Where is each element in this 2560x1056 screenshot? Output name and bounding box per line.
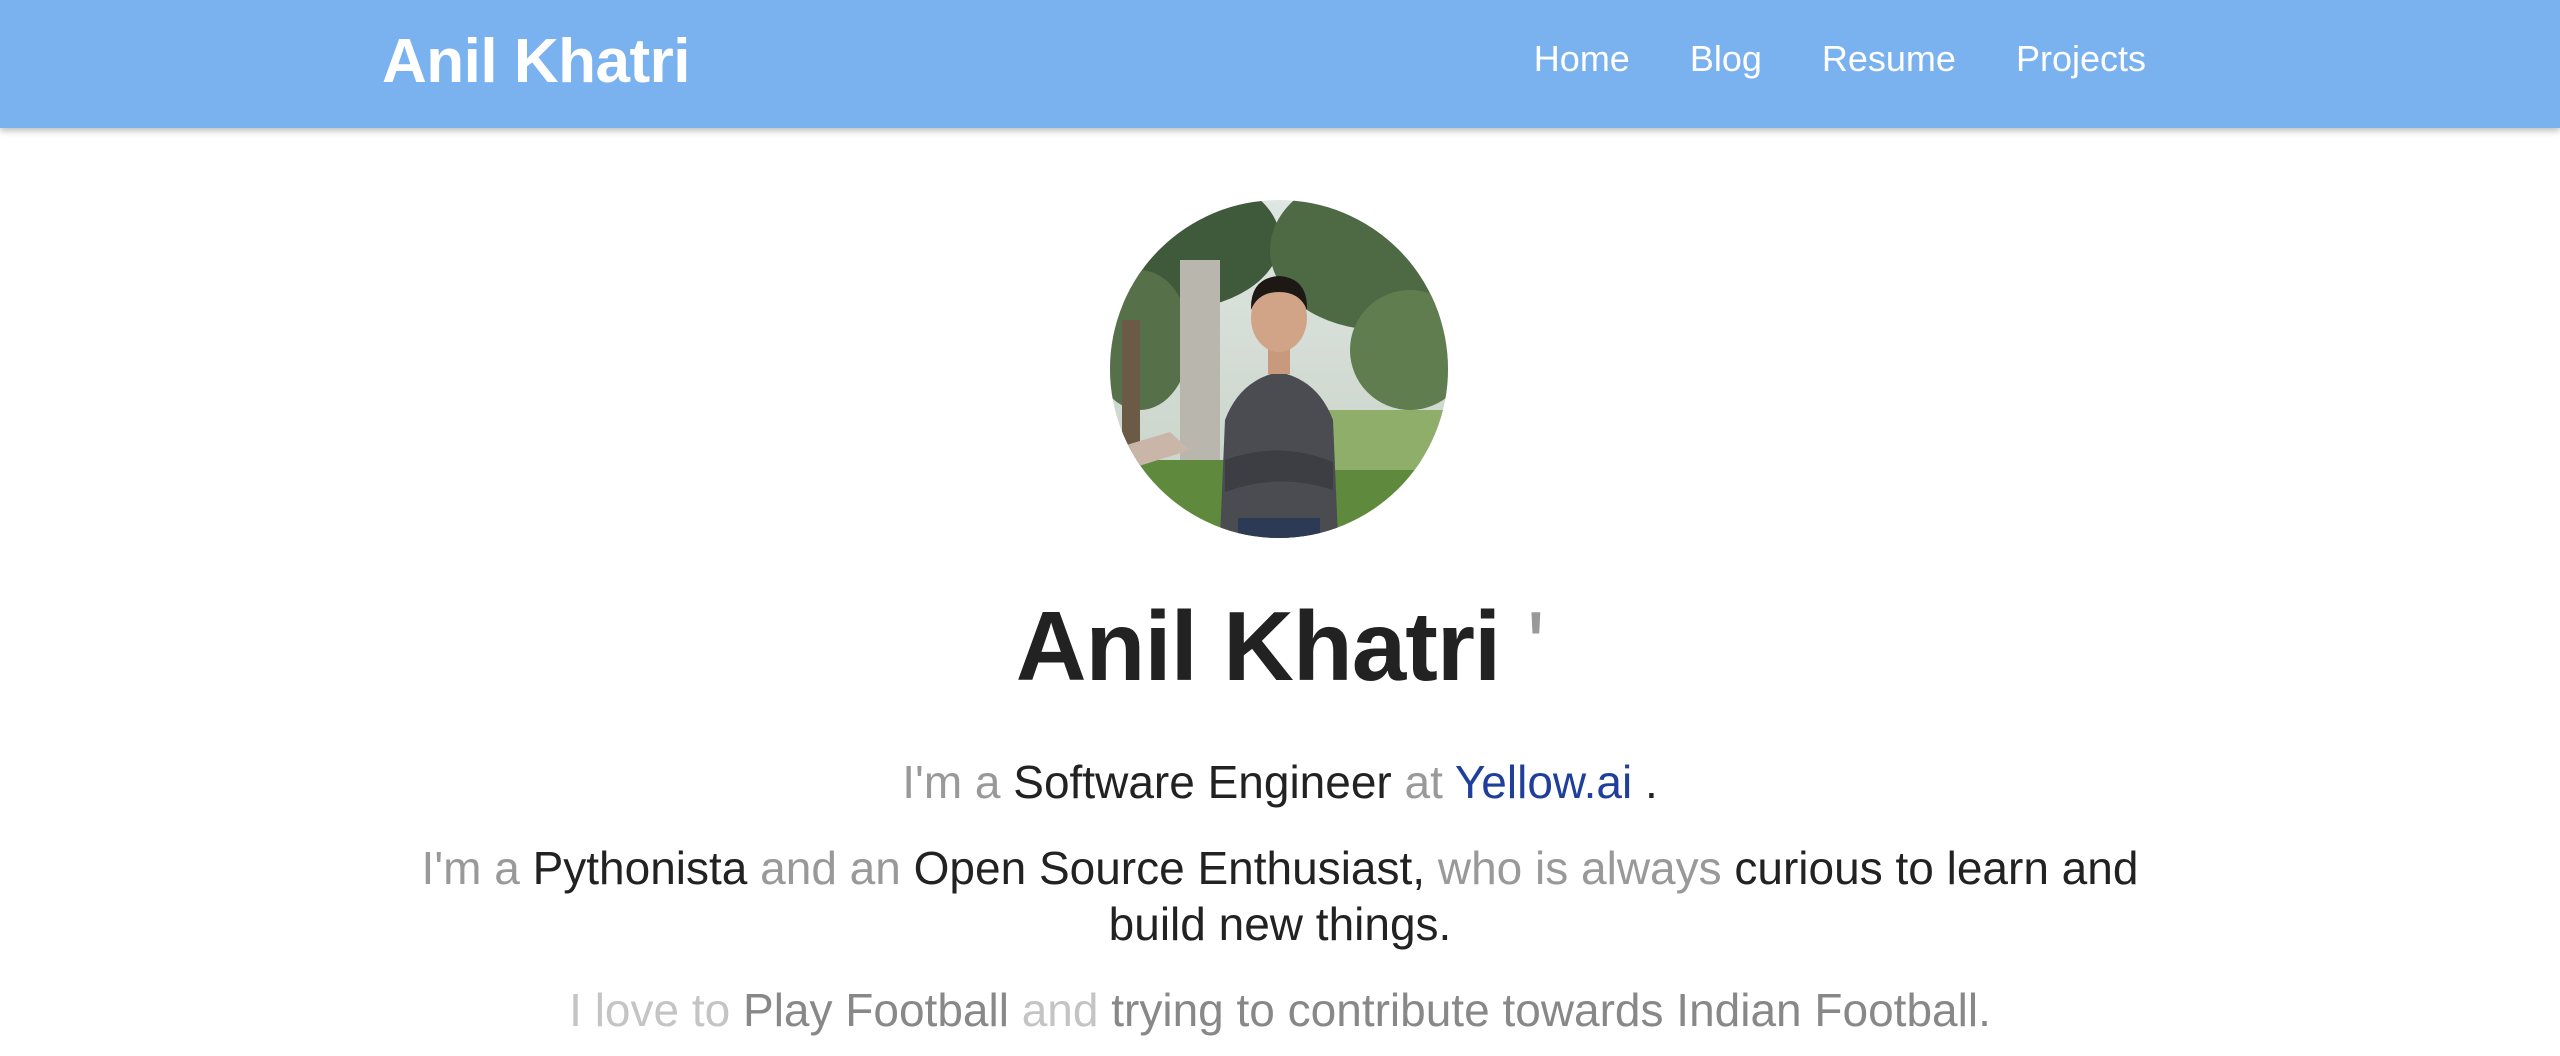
intro-highlight: Play Football: [743, 984, 1009, 1036]
nav-link-projects[interactable]: Projects: [2016, 38, 2146, 80]
intro-highlight: Pythonista: [532, 842, 748, 894]
nav-link-blog[interactable]: Blog: [1690, 38, 1762, 80]
intro-highlight: Open Source Enthusiast,: [913, 842, 1426, 894]
nav-menu: Home Blog Resume Projects: [1534, 38, 2146, 80]
nav-link-resume[interactable]: Resume: [1822, 38, 1956, 80]
nav-link-home[interactable]: Home: [1534, 38, 1630, 80]
hero-name-text: Anil Khatri: [1015, 591, 1501, 701]
intro-text: and an: [760, 842, 901, 894]
intro-line-hobby: I love to Play Football and trying to co…: [380, 982, 2180, 1038]
intro-text: I'm a: [902, 756, 1001, 808]
intro-line-interests: I'm a Pythonista and an Open Source Enth…: [380, 840, 2180, 952]
intro-role: Software Engineer: [1013, 756, 1392, 808]
brand-logo-link[interactable]: Anil Khatri: [382, 26, 690, 97]
hero-heading: Anil Khatri ': [0, 590, 2560, 703]
intro-highlight: trying to contribute towards Indian Foot…: [1111, 984, 1991, 1036]
profile-photo-icon: [1110, 200, 1448, 538]
top-navbar: Anil Khatri Home Blog Resume Projects: [0, 0, 2560, 128]
typing-cursor: ': [1526, 591, 1545, 701]
intro-text: and: [1021, 984, 1099, 1036]
intro-text: I love to: [569, 984, 731, 1036]
intro-line-job: I'm a Software Engineer at Yellow.ai .: [380, 754, 2180, 810]
company-link[interactable]: Yellow.ai: [1455, 756, 1632, 808]
intro-text: .: [1644, 756, 1658, 808]
intro-text: I'm a: [421, 842, 520, 894]
intro-text: at: [1404, 756, 1443, 808]
intro-text: who is always: [1437, 842, 1722, 894]
profile-avatar: [1110, 200, 1448, 538]
